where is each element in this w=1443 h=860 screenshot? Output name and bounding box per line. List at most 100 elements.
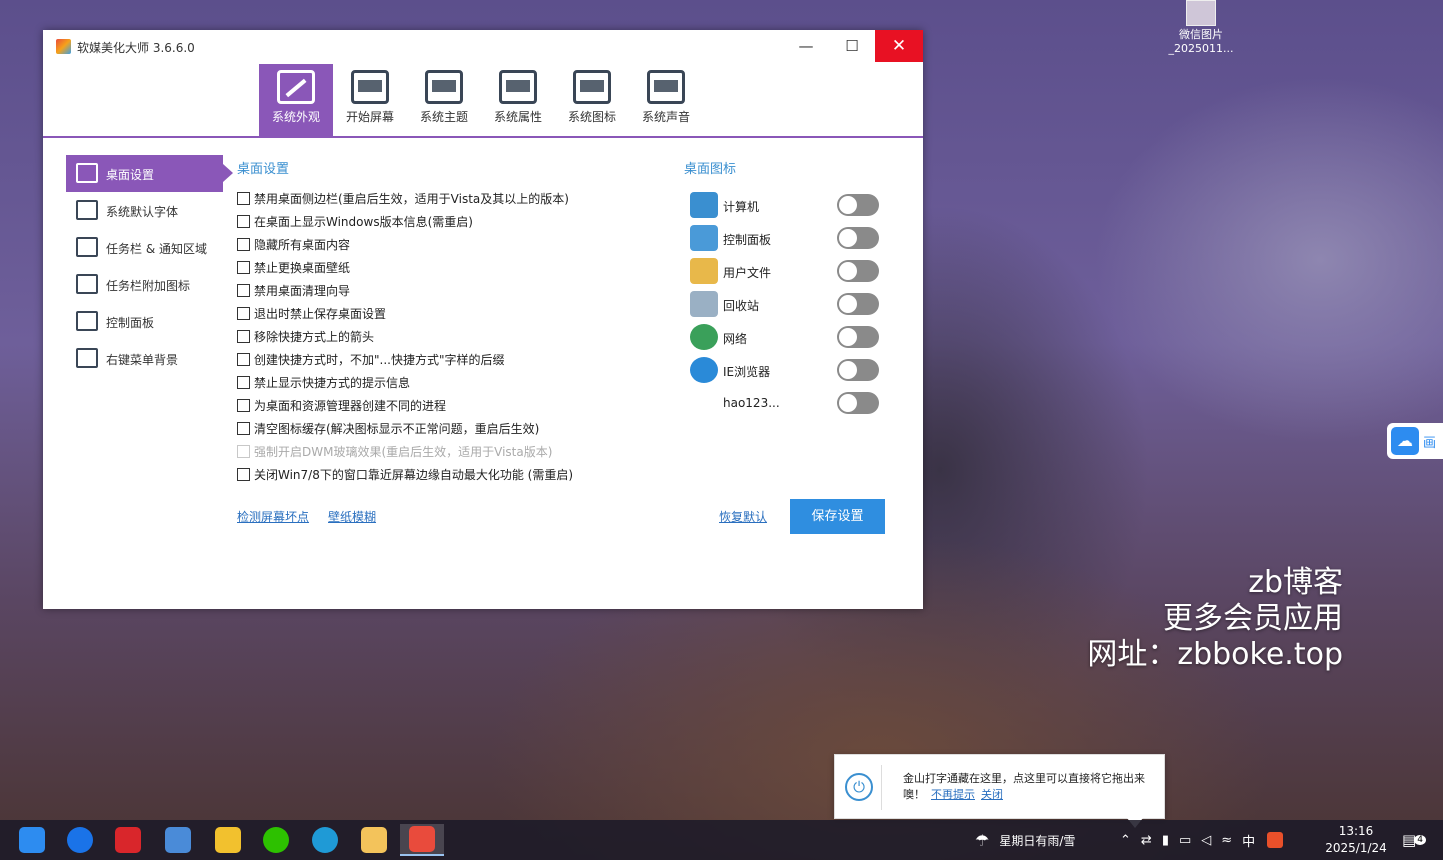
taskbar-app-4[interactable] bbox=[156, 824, 200, 856]
watermark-line-2: 更多会员应用 bbox=[1163, 601, 1343, 636]
clock[interactable]: 13:16 2025/1/24 bbox=[1320, 823, 1392, 857]
desktop-icon-label: hao123... bbox=[723, 396, 780, 410]
checkbox[interactable] bbox=[237, 238, 250, 251]
desktop-settings-icon bbox=[76, 163, 98, 183]
wifi-icon[interactable]: ≈ bbox=[1221, 833, 1232, 848]
ime-indicator[interactable]: 中 bbox=[1242, 831, 1255, 850]
taskbar-app-explorer[interactable] bbox=[352, 824, 396, 856]
checkbox[interactable] bbox=[237, 422, 250, 435]
toggle-switch[interactable] bbox=[837, 260, 879, 282]
app-icon bbox=[215, 827, 241, 853]
sidebar-item-label: 桌面设置 bbox=[106, 168, 155, 182]
volume-icon[interactable]: ◁ bbox=[1201, 833, 1211, 848]
wallpaper-blur-link[interactable]: 壁纸模糊 bbox=[328, 508, 376, 525]
toggle-switch[interactable] bbox=[837, 194, 879, 216]
check-dead-pixels-link[interactable]: 检测屏幕坏点 bbox=[237, 508, 309, 525]
action-center-button[interactable]: ▤ 4 bbox=[1402, 820, 1426, 860]
never-show-link[interactable]: 不再提示 bbox=[931, 788, 975, 801]
sidebar-item-taskbar-extra[interactable]: 任务栏附加图标 bbox=[66, 266, 223, 303]
notification-count: 4 bbox=[1414, 835, 1426, 845]
checkbox[interactable] bbox=[237, 261, 250, 274]
option-disable-cleanup-wizard[interactable]: 禁用桌面清理向导 bbox=[237, 279, 667, 302]
network-icon bbox=[690, 324, 718, 350]
wps-icon bbox=[115, 827, 141, 853]
cloud-icon: ☁ bbox=[1391, 427, 1419, 455]
taskbar-app-wechat[interactable] bbox=[254, 824, 298, 856]
tab-system-icons[interactable]: 系统图标 bbox=[555, 64, 629, 136]
sidebar-item-default-font[interactable]: 系统默认字体 bbox=[66, 192, 223, 229]
toggle-switch[interactable] bbox=[837, 392, 879, 414]
tray-notification[interactable]: ⏻ 金山打字通藏在这里，点这里可以直接将它拖出来噢！ 不再提示 关闭 bbox=[834, 754, 1165, 828]
desktop-icon-label: 网络 bbox=[723, 332, 748, 346]
restore-default-link[interactable]: 恢复默认 bbox=[719, 508, 767, 525]
taskbar-app-wps[interactable] bbox=[106, 824, 150, 856]
checkbox[interactable] bbox=[237, 192, 250, 205]
option-remove-shortcut-arrow[interactable]: 移除快捷方式上的箭头 bbox=[237, 325, 667, 348]
floating-button-label: 画 bbox=[1423, 436, 1437, 451]
tab-system-sounds[interactable]: 系统声音 bbox=[629, 64, 703, 136]
weather-widget[interactable]: ☂ 星期日有雨/雪 bbox=[975, 820, 1075, 860]
sidebar-item-taskbar-notification[interactable]: 任务栏 & 通知区域 bbox=[66, 229, 223, 266]
tab-start-screen[interactable]: 开始屏幕 bbox=[333, 64, 407, 136]
option-show-windows-version[interactable]: 在桌面上显示Windows版本信息(需重启) bbox=[237, 210, 667, 233]
checkbox[interactable] bbox=[237, 215, 250, 228]
option-clear-icon-cache[interactable]: 清空图标缓存(解决图标显示不正常问题，重启后生效) bbox=[237, 417, 667, 440]
taskbar-app-5[interactable] bbox=[206, 824, 250, 856]
checkbox[interactable] bbox=[237, 307, 250, 320]
option-label: 移除快捷方式上的箭头 bbox=[254, 330, 375, 344]
taskbar-app-2[interactable] bbox=[58, 824, 102, 856]
desktop-icon-label: 回收站 bbox=[723, 299, 760, 313]
close-button[interactable]: ✕ bbox=[875, 30, 923, 62]
sidebar-item-control-panel[interactable]: 控制面板 bbox=[66, 303, 223, 340]
maximize-button[interactable]: ☐ bbox=[829, 30, 875, 62]
taskbar-app-1[interactable] bbox=[10, 824, 54, 856]
option-no-save-on-exit[interactable]: 退出时禁止保存桌面设置 bbox=[237, 302, 667, 325]
desktop-icon-label: 控制面板 bbox=[723, 233, 772, 247]
toggle-switch[interactable] bbox=[837, 293, 879, 315]
battery-icon[interactable]: ▭ bbox=[1179, 833, 1191, 848]
checkbox[interactable] bbox=[237, 376, 250, 389]
desktop-icons-heading: 桌面图标 bbox=[684, 162, 737, 177]
computer-icon bbox=[690, 192, 718, 218]
control-panel-icon bbox=[690, 225, 718, 251]
watermark-text: zb博客 更多会员应用 网址：zbboke.top bbox=[1087, 565, 1343, 673]
taskbar: ☂ 星期日有雨/雪 ⌃ ⇄ ▮ ▭ ◁ ≈ 中 13:16 2025/1/24 … bbox=[0, 820, 1443, 860]
sidebar-item-desktop-settings[interactable]: 桌面设置 bbox=[66, 155, 233, 192]
toggle-switch[interactable] bbox=[837, 359, 879, 381]
save-settings-button[interactable]: 保存设置 bbox=[790, 499, 885, 534]
toggle-switch[interactable] bbox=[837, 326, 879, 348]
option-disable-aero-snap[interactable]: 关闭Win7/8下的窗口靠近屏幕边缘自动最大化功能 (需重启) bbox=[237, 463, 667, 486]
chevron-up-icon[interactable]: ⌃ bbox=[1120, 833, 1131, 848]
tab-system-appearance[interactable]: 系统外观 bbox=[259, 64, 333, 136]
option-disable-sidebar[interactable]: 禁用桌面侧边栏(重启后生效，适用于Vista及其以上的版本) bbox=[237, 187, 667, 210]
checkbox[interactable] bbox=[237, 468, 250, 481]
option-label: 隐藏所有桌面内容 bbox=[254, 238, 351, 252]
option-no-shortcut-suffix[interactable]: 创建快捷方式时，不加"...快捷方式"字样的后缀 bbox=[237, 348, 667, 371]
app-logo-icon bbox=[409, 826, 435, 852]
desktop-file-icon[interactable]: 微信图片 _2025011... bbox=[1168, 0, 1234, 56]
title-bar[interactable]: 软媒美化大师 3.6.6.0 — ☐ ✕ bbox=[43, 30, 923, 62]
option-lock-wallpaper[interactable]: 禁止更换桌面壁纸 bbox=[237, 256, 667, 279]
sidebar-item-context-menu[interactable]: 右键菜单背景 bbox=[66, 340, 223, 377]
tab-system-properties[interactable]: 系统属性 bbox=[481, 64, 555, 136]
network-icon[interactable]: ⇄ bbox=[1141, 833, 1152, 848]
checkbox[interactable] bbox=[237, 353, 250, 366]
date: 2025/1/24 bbox=[1325, 841, 1387, 855]
image-file-icon bbox=[1186, 0, 1216, 26]
taskbar-app-beautifier[interactable] bbox=[400, 824, 444, 856]
option-hide-desktop[interactable]: 隐藏所有桌面内容 bbox=[237, 233, 667, 256]
checkbox[interactable] bbox=[237, 284, 250, 297]
signal-icon[interactable]: ▮ bbox=[1162, 833, 1169, 848]
tab-system-theme[interactable]: 系统主题 bbox=[407, 64, 481, 136]
option-separate-process[interactable]: 为桌面和资源管理器创建不同的进程 bbox=[237, 394, 667, 417]
toggle-switch[interactable] bbox=[837, 227, 879, 249]
sogou-icon[interactable] bbox=[1267, 832, 1284, 848]
checkbox[interactable] bbox=[237, 330, 250, 343]
minimize-button[interactable]: — bbox=[783, 30, 829, 62]
option-hide-shortcut-tips[interactable]: 禁止显示快捷方式的提示信息 bbox=[237, 371, 667, 394]
taskbar-app-edge[interactable] bbox=[303, 824, 347, 856]
floating-cloud-button[interactable]: ☁ 画 bbox=[1387, 423, 1443, 459]
checkbox[interactable] bbox=[237, 399, 250, 412]
close-link[interactable]: 关闭 bbox=[981, 788, 1003, 801]
power-icon: ⏻ bbox=[845, 773, 873, 801]
